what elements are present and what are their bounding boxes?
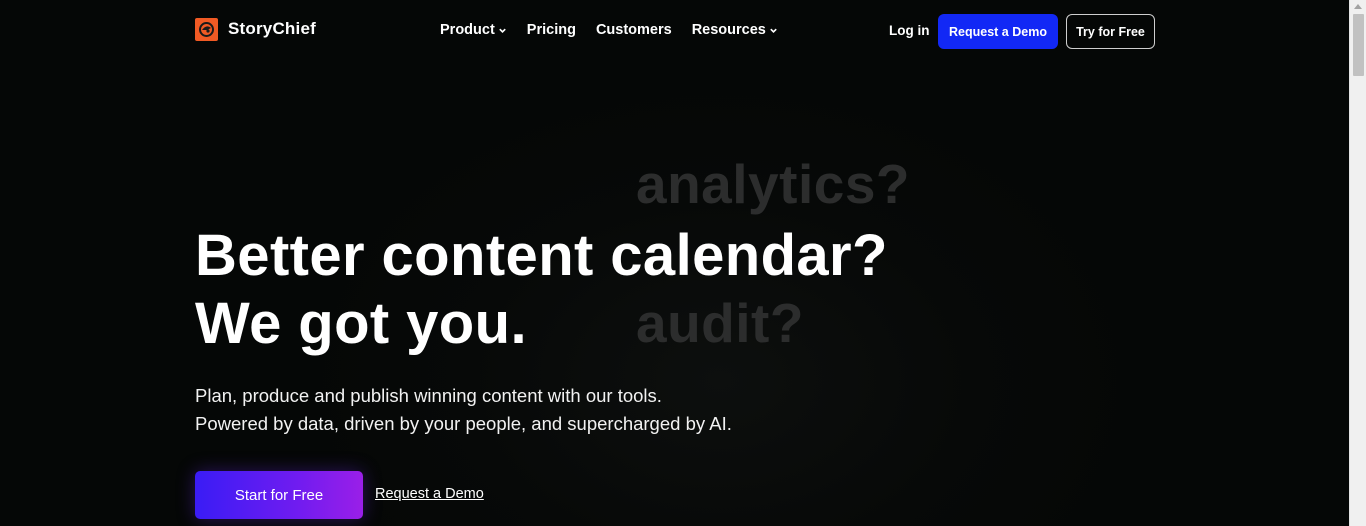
nav-item-resources[interactable]: Resources [692,22,778,38]
hero-title: Better content calendar? We got you. [195,222,888,358]
ghost-word-analytics: analytics? [636,153,911,215]
request-demo-link[interactable]: Request a Demo [375,486,484,502]
hero-title-line-2: We got you. [195,291,527,356]
nav-item-customers[interactable]: Customers [596,22,672,38]
hero-title-line-1: Better content calendar? [195,223,888,288]
brand-logo[interactable]: StoryChief [195,18,316,41]
chevron-down-icon [770,28,777,33]
brand-name: StoryChief [228,18,316,38]
start-for-free-button[interactable]: Start for Free [195,471,363,519]
scrollbar-thumb[interactable] [1353,14,1364,76]
hero-subtitle-line-1: Plan, produce and publish winning conten… [195,385,662,406]
page-scrollbar[interactable] [1349,0,1366,526]
nav-item-product[interactable]: Product [440,22,507,38]
nav-item-label: Customers [595,22,672,38]
storychief-logo-icon [195,18,218,41]
nav-item-label: Pricing [526,22,576,38]
chevron-down-icon [499,28,506,33]
try-for-free-button[interactable]: Try for Free [1066,14,1155,49]
page: StoryChief Product Pricing Customers Res… [0,0,1366,526]
login-link[interactable]: Log in [889,23,930,38]
nav-item-label: Resources [691,22,766,38]
nav-item-pricing[interactable]: Pricing [527,22,576,38]
main-nav: Product Pricing Customers Resources [440,22,778,38]
request-demo-button[interactable]: Request a Demo [938,14,1058,49]
hero-subtitle: Plan, produce and publish winning conten… [195,382,732,438]
nav-item-label: Product [440,22,495,38]
scroll-up-arrow-icon[interactable] [1354,4,1362,9]
hero-subtitle-line-2: Powered by data, driven by your people, … [195,413,732,434]
